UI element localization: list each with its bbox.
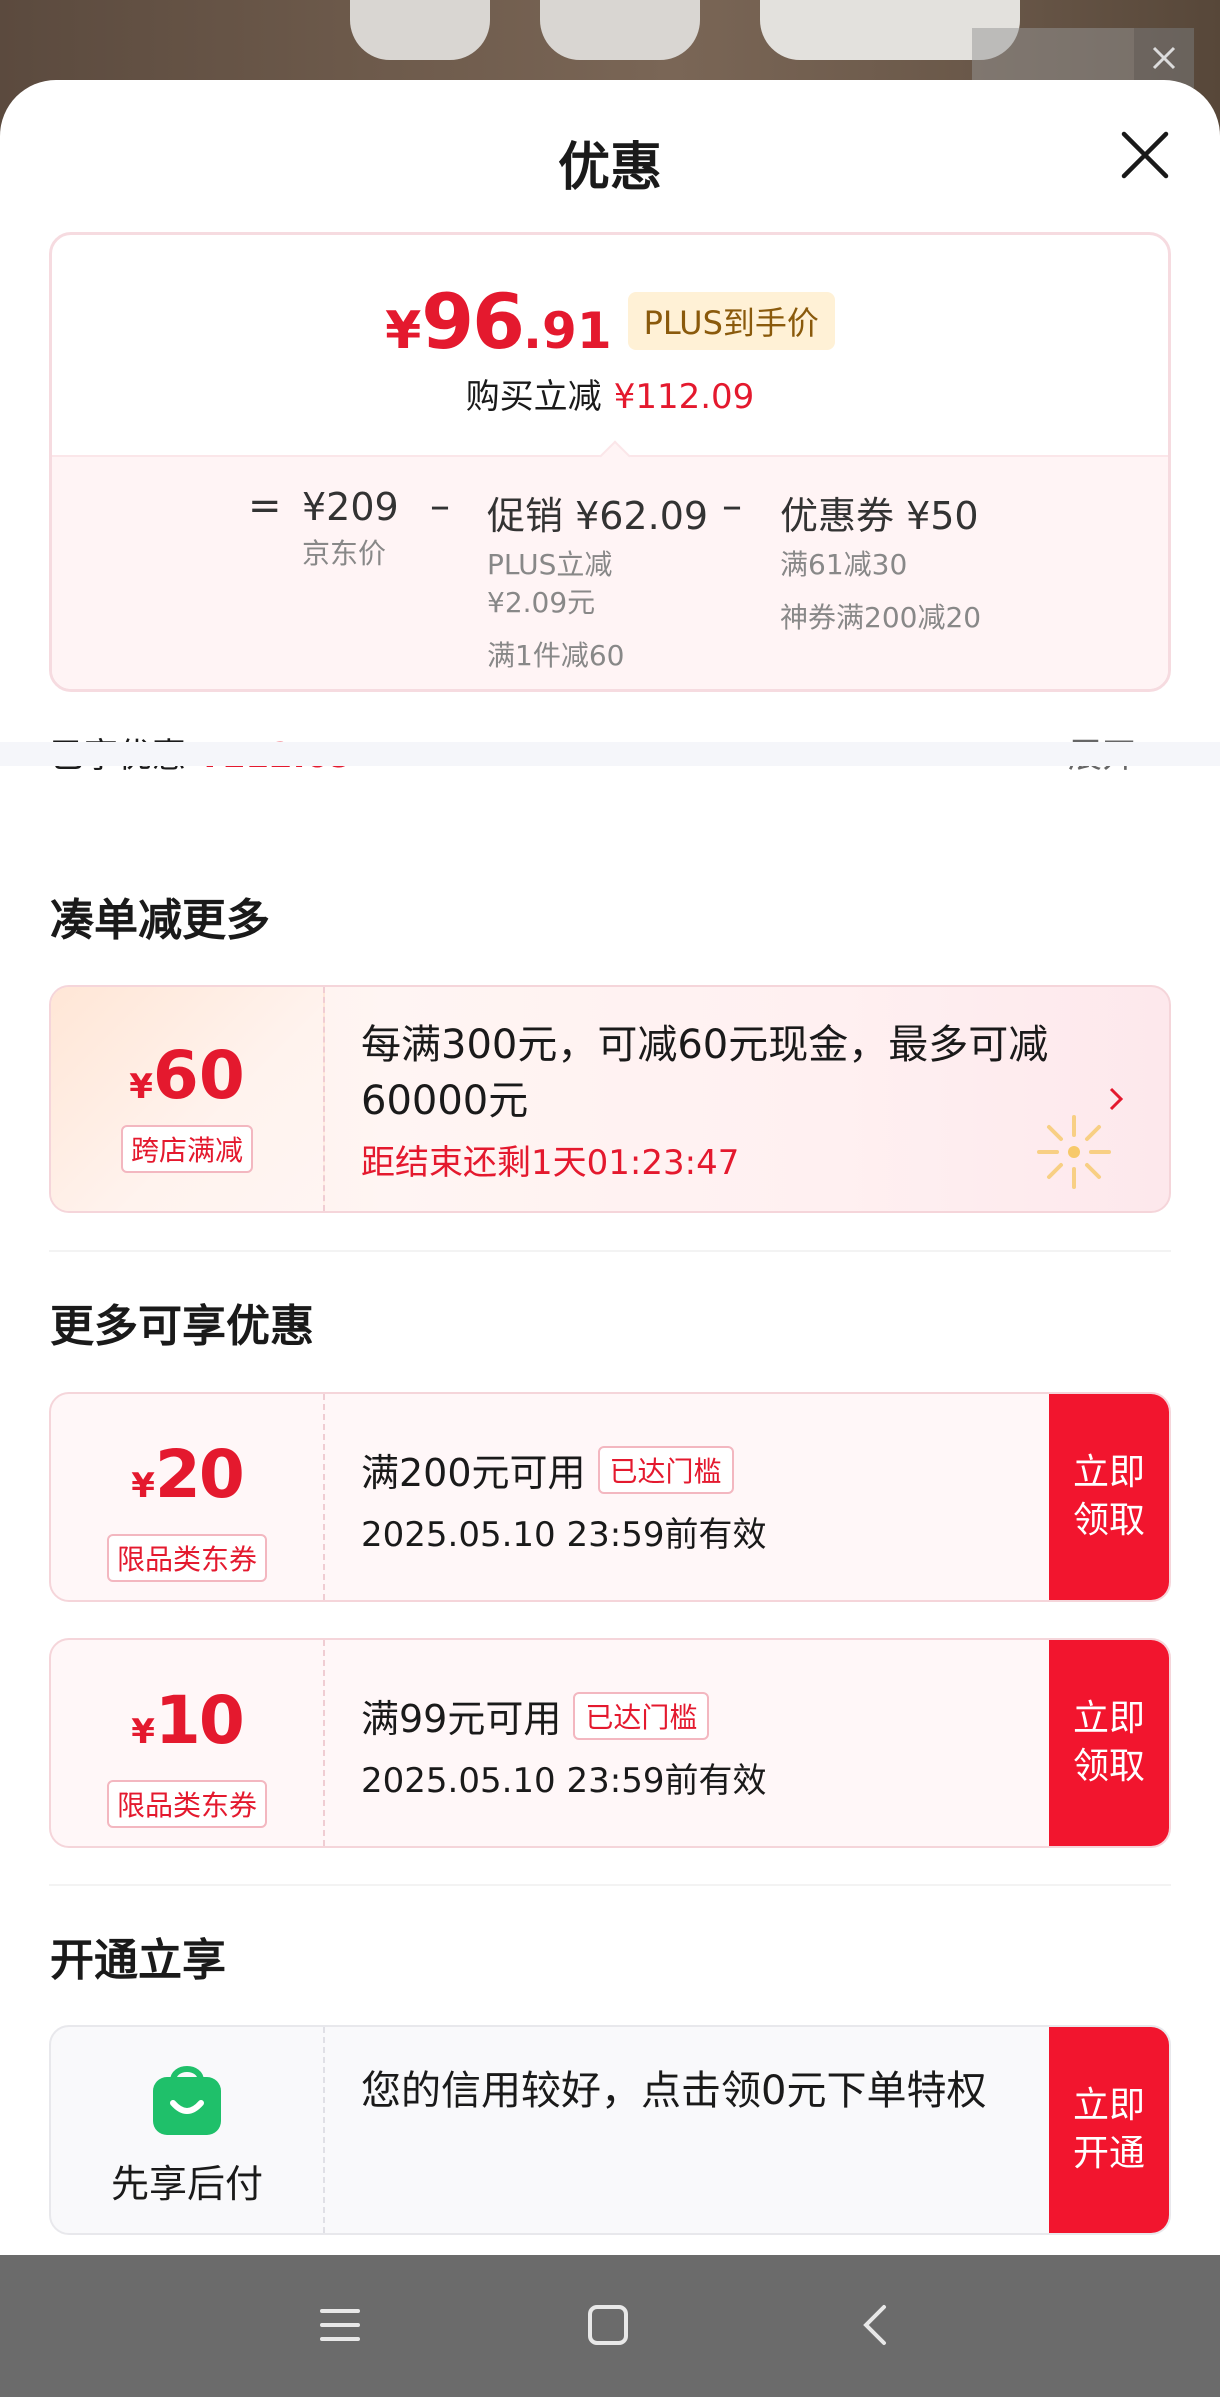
pay-later-label: 先享后付 xyxy=(110,2162,263,2206)
price-decimal: .91 xyxy=(523,302,612,360)
pay-later-description: 您的信用较好，点击领0元下单特权 xyxy=(361,2068,987,2114)
claim-coupon-button[interactable]: 立即 领取 xyxy=(1049,1394,1169,1600)
pay-later-card: 先享后付 您的信用较好，点击领0元下单特权 立即 开通 xyxy=(49,2025,1171,2235)
divider xyxy=(49,1884,1171,1886)
section-title-open: 开通立享 xyxy=(50,1935,226,1986)
price-breakdown: = ¥209 京东价 – 促销 ¥62.09 PLUS立减 ¥2.09元 满1件… xyxy=(52,455,1168,689)
promo-amount: 促销 ¥62.09 xyxy=(487,494,709,538)
promo-detail: ¥2.09元 xyxy=(487,586,596,619)
coupon-condition: 满200元可用 xyxy=(361,1451,586,1495)
coupon-value-panel: ¥20 限品类东券 xyxy=(51,1394,325,1600)
cross-store-promo-card[interactable]: ¥60 跨店满减 每满300元，可减60元现金，最多可减60000元 距结束还剩… xyxy=(49,985,1171,1213)
currency-symbol: ¥ xyxy=(131,1466,155,1506)
background-overlay xyxy=(972,28,1134,88)
claim-coupon-button[interactable]: 立即 领取 xyxy=(1049,1640,1169,1846)
close-icon[interactable] xyxy=(1118,128,1172,182)
coupon-value: ¥10 xyxy=(51,1682,323,1759)
coupon-info: 满200元可用 已达门槛 2025.05.10 23:59前有效 xyxy=(361,1442,766,1556)
button-label: 立即 xyxy=(1072,1452,1145,1493)
section-divider xyxy=(0,742,1220,766)
coupon-amount: 优惠券 ¥50 xyxy=(780,494,979,538)
activate-button[interactable]: 立即 开通 xyxy=(1049,2027,1169,2233)
shoe-image xyxy=(540,0,700,60)
buy-reduce: 购买立减 ¥112.09 xyxy=(52,369,1168,418)
back-icon[interactable] xyxy=(846,2295,906,2355)
button-label: 开通 xyxy=(1072,2133,1145,2174)
coupon-tag: 限品类东券 xyxy=(106,1780,267,1828)
threshold-badge: 已达门槛 xyxy=(573,1691,710,1740)
system-navigation-bar xyxy=(0,2255,1220,2397)
price-summary: ¥96.91 PLUS到手价 购买立减 ¥112.09 xyxy=(52,235,1168,455)
price-card: ¥96.91 PLUS到手价 购买立减 ¥112.09 = ¥209 京东价 – 促… xyxy=(49,232,1171,692)
coupon-info: 满99元可用 已达门槛 2025.05.10 23:59前有效 xyxy=(361,1688,766,1802)
coupon-column: 优惠券 ¥50 满61减30 神券满200减20 xyxy=(780,485,981,636)
coupon-card: ¥10 限品类东券 满99元可用 已达门槛 2025.05.10 23:59前有效… xyxy=(49,1638,1171,1848)
promo-column: 促销 ¥62.09 PLUS立减 ¥2.09元 满1件减60 xyxy=(487,485,708,674)
final-price: ¥96.91 PLUS到手价 xyxy=(52,277,1168,366)
promo-amount: 60 xyxy=(152,1037,245,1114)
wallet-bag-icon xyxy=(153,2066,221,2135)
coupon-detail: 神券满200减20 xyxy=(780,601,982,634)
coupon-value: ¥20 xyxy=(51,1436,323,1513)
threshold-badge: 已达门槛 xyxy=(597,1445,734,1494)
buy-reduce-amount: ¥112.09 xyxy=(613,377,755,417)
button-label: 立即 xyxy=(1072,1698,1145,1739)
coupon-card: ¥20 限品类东券 满200元可用 已达门槛 2025.05.10 23:59前有… xyxy=(49,1392,1171,1602)
currency-symbol: ¥ xyxy=(129,1067,153,1107)
chevron-right-icon xyxy=(1109,1087,1124,1111)
promo-value-panel: ¥60 跨店满减 xyxy=(51,987,325,1211)
jd-price-label: 京东价 xyxy=(302,537,387,570)
divider xyxy=(49,1250,1171,1252)
promo-description: 每满300元，可减60元现金，最多可减60000元 xyxy=(361,1022,1049,1124)
jd-price-column: ¥209 京东价 xyxy=(302,485,399,573)
coupon-amount: 10 xyxy=(154,1682,245,1759)
promo-countdown: 距结束还剩1天01:23:47 xyxy=(361,1143,740,1183)
section-title-more-orders: 凑单减更多 xyxy=(50,895,270,946)
currency-symbol: ¥ xyxy=(385,301,422,361)
button-label: 领取 xyxy=(1072,1746,1145,1787)
button-label: 领取 xyxy=(1072,1500,1145,1541)
promo-detail: PLUS立减 xyxy=(487,548,613,581)
section-title-more-offers: 更多可享优惠 xyxy=(50,1301,314,1352)
coupon-detail: 满61减30 xyxy=(780,548,908,581)
currency-symbol: ¥ xyxy=(131,1712,155,1752)
coupon-validity: 2025.05.10 23:59前有效 xyxy=(361,1515,767,1555)
promo-detail: 满1件减60 xyxy=(487,639,625,672)
coupon-amount: 20 xyxy=(154,1436,245,1513)
coupon-validity: 2025.05.10 23:59前有效 xyxy=(361,1761,767,1801)
pay-later-panel: 先享后付 xyxy=(51,2027,325,2233)
button-label: 立即 xyxy=(1072,2085,1145,2126)
plus-price-tag: PLUS到手价 xyxy=(627,292,835,350)
home-icon[interactable] xyxy=(578,2295,638,2355)
buy-reduce-label: 购买立减 xyxy=(465,377,602,417)
shoe-image xyxy=(350,0,490,60)
minus-sign: – xyxy=(430,483,450,529)
sheet-title: 优惠 xyxy=(557,138,662,198)
price-integer: 96 xyxy=(421,277,525,366)
coupon-tag: 限品类东券 xyxy=(106,1534,267,1582)
equals-sign: = xyxy=(248,483,282,529)
jd-price: ¥209 xyxy=(302,485,399,529)
minus-sign: – xyxy=(722,483,742,529)
menu-icon[interactable] xyxy=(310,2295,370,2355)
background-close-icon xyxy=(1134,28,1194,88)
sparkle-decoration xyxy=(1037,1115,1111,1189)
promo-tag: 跨店满减 xyxy=(120,1125,253,1173)
coupon-value-panel: ¥10 限品类东券 xyxy=(51,1640,325,1846)
promo-value: ¥60 xyxy=(51,1037,323,1114)
coupon-condition: 满99元可用 xyxy=(361,1697,562,1741)
